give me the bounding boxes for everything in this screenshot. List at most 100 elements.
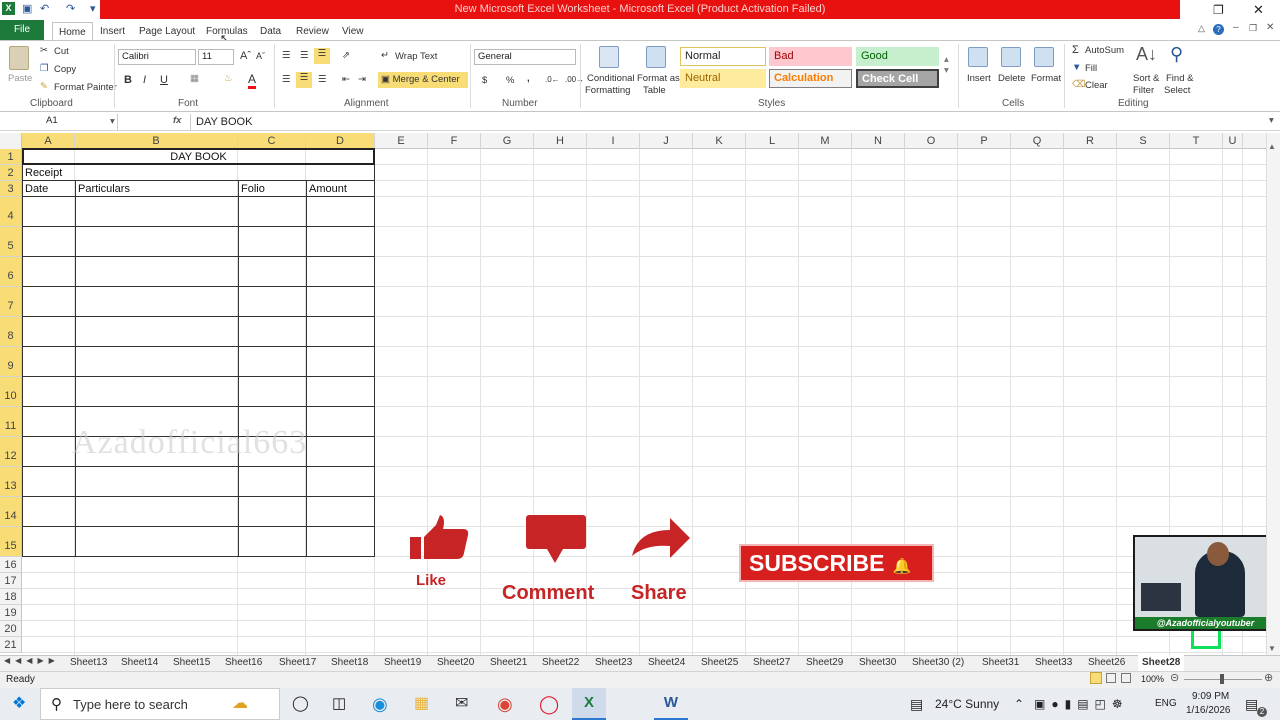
row-header[interactable]: 9 [0,347,22,377]
find-select-button-2[interactable]: Select [1164,85,1190,96]
column-header[interactable]: I [587,133,640,149]
cell-receipt[interactable]: Receipt [25,167,62,179]
row-header[interactable]: 13 [0,467,22,497]
sheet-tab[interactable]: Sheet16 [225,655,262,671]
window-close-icon[interactable]: ✕ [1266,22,1274,33]
align-middle-icon[interactable]: ☰ [300,50,309,61]
column-header[interactable]: K [693,133,746,149]
tab-page-layout[interactable]: Page Layout [133,22,201,41]
wrap-text-icon[interactable]: ↵ [381,50,389,61]
sheet-tab[interactable]: Sheet24 [648,655,685,671]
tab-data[interactable]: Data [254,22,287,41]
row-header[interactable]: 16 [0,557,22,573]
zoom-level[interactable]: 100% [1141,674,1164,684]
tray-chevron-icon[interactable]: ⌃ [1014,688,1024,720]
language-indicator[interactable]: ENG [1155,688,1177,720]
format-as-table-icon[interactable] [646,46,666,68]
find-select-icon[interactable]: ⚲ [1170,44,1183,65]
bold-button[interactable]: B [124,74,132,86]
paste-icon[interactable] [9,46,29,70]
format-cells-icon[interactable] [1034,47,1054,67]
row-header[interactable]: 3 [0,181,22,197]
sheet-tab[interactable]: Sheet14 [121,655,158,671]
autosum-icon[interactable]: Σ [1072,44,1079,56]
sheet-nav-icons[interactable]: ◀◀◀▶▶ [4,656,60,665]
row-header[interactable]: 1 [0,149,22,165]
style-bad[interactable]: Bad [769,47,852,66]
row-header[interactable]: 10 [0,377,22,407]
merge-center-button[interactable]: ▣ Merge & Center [378,72,468,88]
row-header[interactable]: 5 [0,227,22,257]
edge-icon[interactable]: ◉ [372,688,388,720]
close-icon[interactable]: ✕ [1253,2,1264,18]
sort-filter-button-2[interactable]: Filter [1133,85,1154,96]
cut-icon[interactable]: ✂ [40,45,48,56]
percent-button[interactable]: % [506,75,514,86]
column-header[interactable]: N [852,133,905,149]
column-header[interactable]: F [428,133,481,149]
format-as-table-button-2[interactable]: Table [643,85,666,96]
window-restore-icon[interactable]: ❐ [1249,23,1257,34]
format-painter-button[interactable]: Format Painter [54,82,117,93]
column-header[interactable]: T [1170,133,1223,149]
sheet-tab[interactable]: Sheet26 [1088,655,1125,671]
sort-filter-button[interactable]: Sort & [1133,73,1159,84]
redo-icon[interactable]: ↷ [66,2,75,15]
font-size-select[interactable]: 11 [198,49,234,65]
column-header[interactable]: C [238,133,306,149]
sheet-tab[interactable]: Sheet25 [701,655,738,671]
zoom-slider-thumb[interactable] [1220,674,1224,684]
select-all-button[interactable] [0,133,22,149]
sheet-tab[interactable]: Sheet20 [437,655,474,671]
style-neutral[interactable]: Neutral [680,69,766,88]
opera-icon[interactable]: ◯ [539,688,559,720]
column-header[interactable]: Q [1011,133,1064,149]
sheet-tab[interactable]: Sheet30 [859,655,896,671]
formula-input[interactable]: DAY BOOK [190,114,1266,131]
sheet-tab[interactable]: Sheet22 [542,655,579,671]
window-min-icon[interactable]: – [1233,22,1239,33]
scroll-up-icon[interactable]: ▲ [1268,142,1276,151]
restore-icon[interactable]: ❐ [1213,3,1224,17]
sheet-tab[interactable]: Sheet29 [806,655,843,671]
style-normal[interactable]: Normal [680,47,766,66]
sort-filter-icon[interactable]: A↓ [1136,44,1157,65]
row-header[interactable]: 19 [0,605,22,621]
clear-button[interactable]: Clear [1085,80,1108,91]
conditional-formatting-icon[interactable] [599,46,619,68]
font-color-icon[interactable]: A [248,72,257,89]
conditional-formatting-button-2[interactable]: Formatting [585,85,630,96]
column-header[interactable]: L [746,133,799,149]
column-header[interactable]: U [1223,133,1243,149]
file-explorer-icon[interactable]: ▦ [414,688,429,720]
row-header[interactable]: 8 [0,317,22,347]
header-particulars[interactable]: Particulars [78,183,130,195]
vertical-scrollbar[interactable] [1266,133,1280,655]
scroll-down-icon[interactable]: ▼ [1268,644,1276,653]
row-header[interactable]: 7 [0,287,22,317]
sheet-tab[interactable]: Sheet27 [753,655,790,671]
cut-button[interactable]: Cut [54,46,69,57]
header-amount[interactable]: Amount [309,183,347,195]
subscribe-button[interactable]: SUBSCRIBE 🔔 [739,544,934,582]
clock-date[interactable]: 1/16/2026 [1186,705,1231,716]
task-view-icon[interactable]: ◫ [332,688,346,720]
wrap-text-button[interactable]: Wrap Text [395,51,437,62]
tab-review[interactable]: Review [290,22,335,41]
underline-button[interactable]: U [160,74,168,86]
column-header[interactable]: G [481,133,534,149]
decrease-decimal-icon[interactable]: .00→ [565,75,584,84]
copy-button[interactable]: Copy [54,64,76,75]
align-right-icon[interactable]: ☰ [318,74,327,85]
align-top-icon[interactable]: ☰ [282,50,291,61]
currency-button[interactable]: $ [482,75,487,86]
row-header[interactable]: 11 [0,407,22,437]
tab-file[interactable]: File [0,20,44,41]
grow-font-icon[interactable]: Aˆ [240,50,251,62]
row-header[interactable]: 21 [0,637,22,653]
row-header[interactable]: 2 [0,165,22,181]
conditional-formatting-button[interactable]: Conditional [587,73,635,84]
format-button[interactable]: Format [1031,73,1061,84]
row-header[interactable]: 4 [0,197,22,227]
tab-view[interactable]: View [336,22,370,41]
